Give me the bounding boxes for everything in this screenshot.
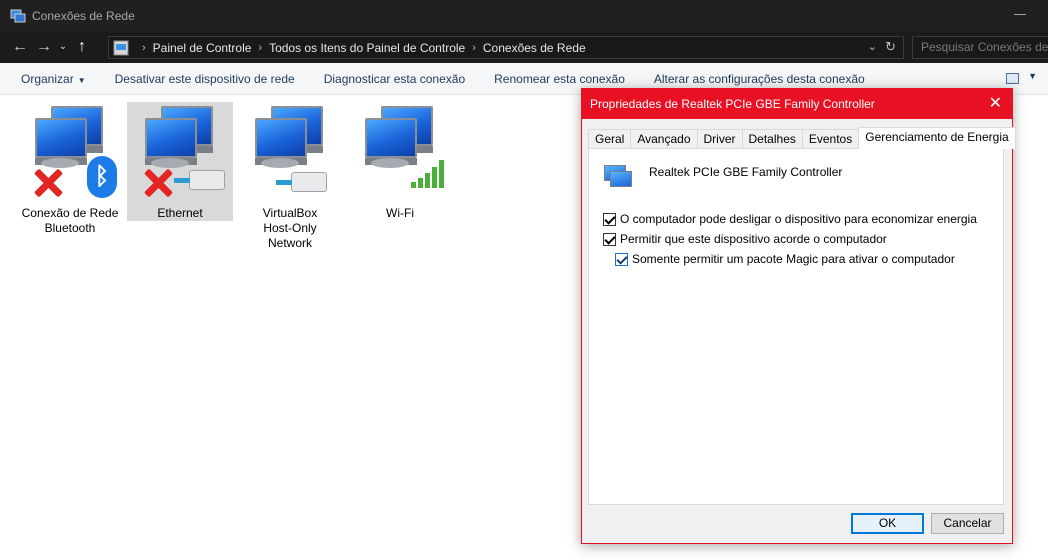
magic-packet-checkbox[interactable] [615, 252, 628, 266]
connection-item-bluetooth[interactable]: ᛒ Conexão de Rede Bluetooth [17, 102, 123, 237]
disconnected-x-icon [33, 168, 63, 198]
dropdown-caret-icon: ▼ [77, 75, 86, 85]
dialog-tabs: Geral Avançado Driver Detalhes Eventos G… [588, 127, 1016, 149]
allow-power-off-option[interactable]: O computador pode desligar o dispositivo… [603, 212, 977, 226]
title-bar: Conexões de Rede [0, 0, 1048, 31]
recent-locations-chevron-icon[interactable]: ⌄ [56, 31, 70, 63]
allow-wake-checkbox[interactable] [603, 232, 616, 246]
window-title: Conexões de Rede [32, 8, 135, 23]
ethernet-plug-icon [276, 172, 327, 192]
tab-driver[interactable]: Driver [696, 129, 743, 148]
properties-dialog: Propriedades de Realtek PCIe GBE Family … [581, 88, 1016, 544]
connection-label: Conexão de Rede [21, 206, 119, 220]
monitor-stand-icon [151, 158, 189, 168]
up-arrow-icon[interactable]: ↑ [70, 31, 94, 63]
dialog-title: Propriedades de Realtek PCIe GBE Family … [582, 89, 1012, 119]
disable-device-button[interactable]: Desativar este dispositivo de rede [115, 72, 295, 86]
connection-label: Bluetooth [44, 221, 96, 235]
address-dropdown-icon[interactable]: ⌄ [868, 40, 877, 53]
network-adapter-icon [247, 102, 333, 200]
connection-label: Host-Only [263, 221, 317, 235]
network-adapter-icon [604, 165, 632, 191]
network-adapter-icon [357, 102, 444, 200]
rename-button[interactable]: Renomear esta conexão [494, 72, 625, 86]
forward-arrow-icon[interactable]: → [32, 31, 56, 63]
connection-item-ethernet[interactable]: Ethernet [127, 102, 233, 221]
connection-label: Wi-Fi [386, 206, 414, 220]
connection-item-virtualbox[interactable]: VirtualBox Host-Only Network [237, 102, 343, 252]
network-adapter-icon: ᛒ [27, 102, 117, 200]
breadcrumb-network-connections[interactable]: Conexões de Rede [483, 41, 586, 55]
search-input[interactable]: Pesquisar Conexões de Rede [912, 36, 1048, 59]
allow-power-off-checkbox[interactable] [603, 212, 616, 226]
monitor-front-icon [145, 118, 197, 165]
organize-label: Organizar [21, 71, 74, 86]
breadcrumb-separator-icon[interactable]: › [142, 42, 146, 54]
network-adapter-icon [137, 102, 225, 200]
cancel-button[interactable]: Cancelar [931, 513, 1004, 534]
allow-wake-option[interactable]: Permitir que este dispositivo acorde o c… [603, 232, 887, 246]
address-bar[interactable]: › Painel de Controle › Todos os Itens do… [108, 36, 904, 59]
minimize-button[interactable] [1014, 14, 1026, 15]
view-options-caret-icon[interactable]: ▼ [1028, 71, 1037, 81]
breadcrumb-separator-icon[interactable]: › [472, 42, 476, 54]
power-management-panel: Realtek PCIe GBE Family Controller O com… [588, 148, 1004, 505]
close-icon[interactable]: ✕ [989, 89, 1002, 119]
connection-label: Network [267, 236, 312, 250]
allow-wake-label: Permitir que este dispositivo acorde o c… [620, 232, 887, 246]
device-name: Realtek PCIe GBE Family Controller [649, 165, 843, 179]
wifi-signal-bars-icon [411, 160, 444, 188]
ethernet-plug-icon [174, 170, 225, 190]
breadcrumb-control-panel[interactable]: Painel de Controle [153, 41, 252, 55]
allow-power-off-label: O computador pode desligar o dispositivo… [620, 212, 977, 226]
tab-details[interactable]: Detalhes [741, 129, 803, 148]
connection-label: VirtualBox [262, 206, 318, 220]
diagnose-button[interactable]: Diagnosticar esta conexão [324, 72, 465, 86]
network-connections-icon [10, 8, 26, 24]
monitor-front-icon [255, 118, 307, 165]
monitor-stand-icon [371, 158, 409, 168]
tab-power-management[interactable]: Gerenciamento de Energia [858, 127, 1016, 149]
breadcrumb-separator-icon[interactable]: › [258, 42, 262, 54]
address-toolbar: ← → ⌄ ↑ › Painel de Controle › Todos os … [0, 31, 1048, 63]
breadcrumb-all-items[interactable]: Todos os Itens do Painel de Controle [269, 41, 465, 55]
refresh-icon[interactable]: ↻ [885, 39, 896, 55]
monitor-stand-icon [41, 158, 79, 168]
tab-events[interactable]: Eventos [801, 129, 860, 148]
monitor-stand-icon [261, 158, 299, 168]
tab-advanced[interactable]: Avançado [630, 129, 698, 148]
tab-general[interactable]: Geral [588, 129, 632, 148]
magic-packet-label: Somente permitir um pacote Magic para at… [632, 252, 955, 266]
bluetooth-icon: ᛒ [87, 156, 117, 198]
connection-label: Ethernet [157, 206, 203, 220]
organize-menu[interactable]: Organizar ▼ [21, 72, 86, 86]
change-settings-button[interactable]: Alterar as configurações desta conexão [654, 72, 865, 86]
magic-packet-option[interactable]: Somente permitir um pacote Magic para at… [615, 252, 955, 266]
connection-item-wifi[interactable]: Wi-Fi [347, 102, 453, 222]
monitor-front-icon [365, 118, 417, 165]
ok-button[interactable]: OK [851, 513, 924, 534]
change-view-icon[interactable] [1006, 73, 1019, 84]
disconnected-x-icon [143, 168, 173, 198]
back-arrow-icon[interactable]: ← [8, 31, 32, 63]
control-panel-icon [113, 40, 129, 56]
monitor-front-icon [35, 118, 87, 165]
